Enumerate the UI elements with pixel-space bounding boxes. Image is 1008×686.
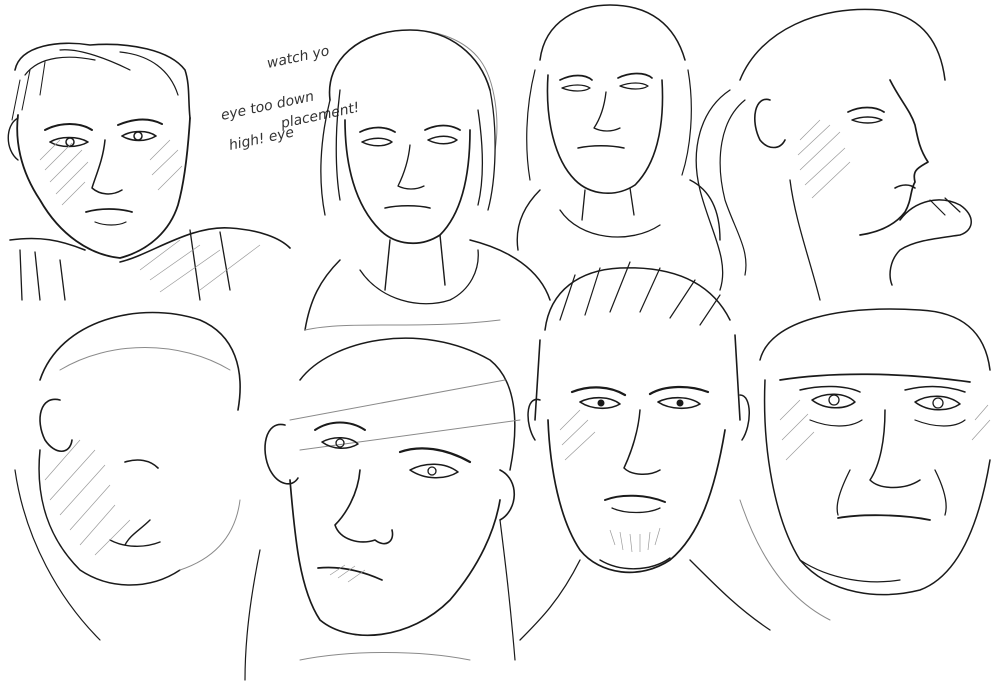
face-sketch-2 bbox=[304, 29, 551, 331]
face-sketch-4 bbox=[695, 8, 972, 301]
sketch-canvas: watch yo eye too down high! eye placemen… bbox=[7, 4, 991, 681]
annotation-line-1: watch yo bbox=[266, 43, 331, 72]
face-sketch-5 bbox=[14, 311, 241, 641]
face-sketch-6 bbox=[244, 337, 521, 681]
face-sketch-8 bbox=[739, 308, 991, 621]
face-sketch-7 bbox=[519, 261, 771, 641]
face-sketch-3 bbox=[516, 4, 721, 251]
face-sketch-1 bbox=[7, 42, 291, 301]
